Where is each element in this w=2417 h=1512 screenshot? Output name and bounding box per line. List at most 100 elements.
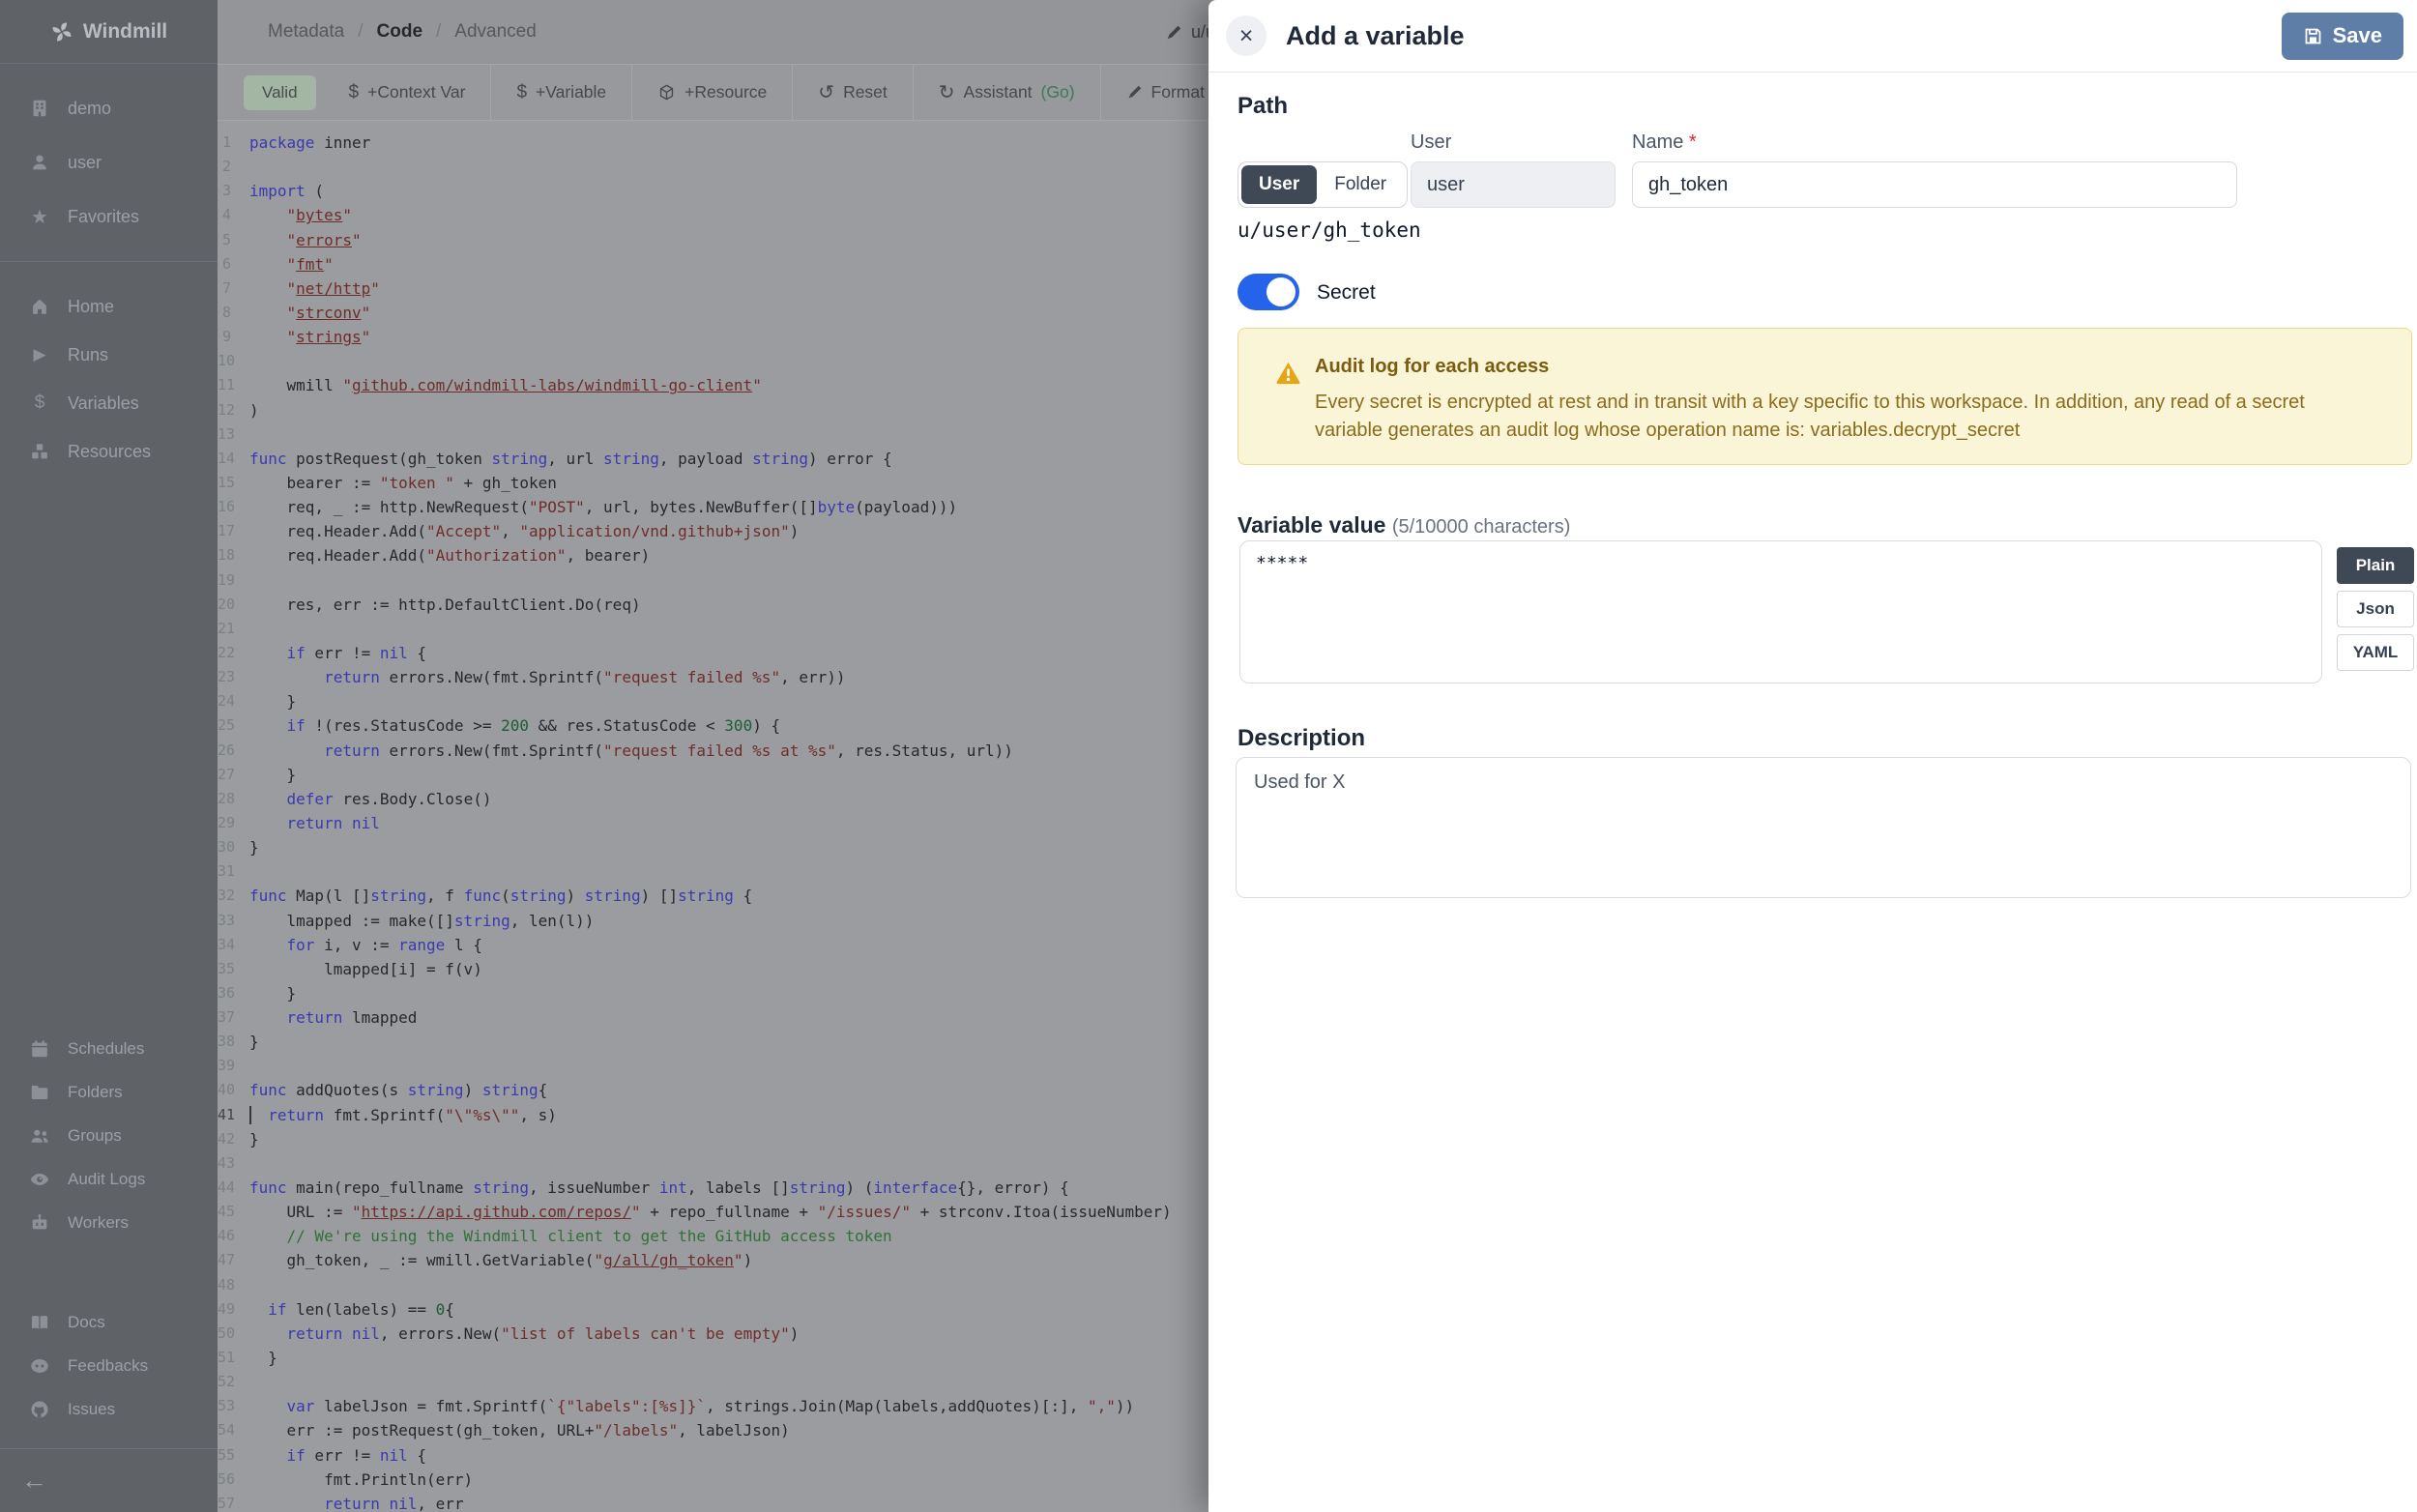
line-number: 31: [218, 859, 249, 884]
reset-icon: ↺: [818, 80, 834, 104]
sidebar-item-folders[interactable]: Folders: [0, 1070, 218, 1114]
line-number: 21: [218, 617, 249, 641]
line-number: 56: [218, 1468, 249, 1492]
sidebar-item-feedbacks[interactable]: Feedbacks: [0, 1344, 218, 1387]
breadcrumb-separator: /: [358, 21, 363, 43]
code-text: }: [249, 981, 296, 1005]
secret-toggle[interactable]: [1238, 274, 1299, 310]
line-number: 11: [218, 373, 249, 397]
user-input[interactable]: [1411, 161, 1616, 208]
toolbar-button-variable[interactable]: $+Variable: [490, 65, 631, 120]
code-text: import (: [249, 179, 324, 203]
add-variable-drawer: × Add a variable Save Path User Name * U…: [1208, 0, 2417, 1512]
eye-icon: [27, 1169, 52, 1190]
pinwheel-icon: [50, 20, 73, 44]
sidebar-item-label: Feedbacks: [68, 1356, 148, 1376]
code-text: defer res.Body.Close(): [249, 787, 491, 811]
line-number: 12: [218, 398, 249, 422]
toolbar-button-resource[interactable]: +Resource: [631, 65, 792, 120]
line-number: 5: [218, 228, 249, 252]
sidebar-item-audit-logs[interactable]: Audit Logs: [0, 1157, 218, 1201]
dollar-icon: $: [349, 82, 360, 103]
close-icon[interactable]: ×: [1226, 15, 1267, 56]
code-text: return fmt.Sprintf("\"%s\"", s): [249, 1103, 557, 1127]
line-number: 9: [218, 325, 249, 349]
line-number: 46: [218, 1224, 249, 1248]
sidebar-item-resources[interactable]: Resources: [0, 427, 218, 476]
description-textarea[interactable]: Used for X: [1236, 757, 2411, 898]
sidebar-item-variables[interactable]: $ Variables: [0, 379, 218, 427]
code-text: // We're using the Windmill client to ge…: [249, 1224, 892, 1248]
line-number: 41: [218, 1103, 249, 1127]
line-number: 37: [218, 1005, 249, 1030]
sidebar-item-favorites[interactable]: ★Favorites: [0, 189, 218, 244]
tab-advanced[interactable]: Advanced: [454, 21, 537, 43]
discord-icon: [27, 1355, 52, 1377]
line-number: 32: [218, 884, 249, 908]
calendar-icon: [27, 1038, 52, 1060]
line-number: 27: [218, 763, 249, 787]
line-number: 6: [218, 252, 249, 276]
sidebar-item-demo[interactable]: demo: [0, 81, 218, 135]
line-number: 30: [218, 835, 249, 859]
code-text: err := postRequest(gh_token, URL+"/label…: [249, 1418, 790, 1442]
sidebar-item-label: Runs: [68, 345, 108, 365]
code-text: if len(labels) == 0{: [249, 1297, 454, 1322]
sidebar-item-label: Variables: [68, 393, 139, 414]
secret-label: Secret: [1317, 281, 1376, 305]
format-button-yaml[interactable]: YAML: [2337, 634, 2414, 671]
owner-option-user[interactable]: User: [1241, 165, 1317, 204]
sidebar-item-user[interactable]: user: [0, 135, 218, 189]
sidebar-item-label: Docs: [68, 1313, 105, 1332]
line-number: 3: [218, 179, 249, 203]
arrow-left-icon: ←: [21, 1466, 47, 1495]
play-icon: ▶: [27, 345, 52, 364]
sidebar-item-runs[interactable]: ▶ Runs: [0, 331, 218, 379]
toolbar-button-assistant[interactable]: ↻Assistant(Go): [913, 65, 1100, 120]
windmill-app: Windmill demouser★Favorites Home ▶ Runs $ Va…: [0, 0, 2417, 1512]
dollar-icon: $: [27, 393, 52, 414]
cubes-icon: [27, 441, 52, 462]
line-number: 50: [218, 1322, 249, 1346]
code-text: package inner: [249, 131, 370, 155]
line-number: 39: [218, 1054, 249, 1078]
building-icon: [27, 98, 52, 119]
toolbar-button-label: Assistant: [964, 82, 1033, 102]
line-number: 7: [218, 276, 249, 301]
toggle-knob: [1267, 277, 1296, 306]
sidebar-item-workers[interactable]: Workers: [0, 1201, 218, 1244]
sidebar-item-label: Folders: [68, 1083, 123, 1102]
save-button[interactable]: Save: [2282, 13, 2403, 60]
valid-status-badge: Valid: [244, 75, 316, 110]
format-button-json[interactable]: Json: [2337, 591, 2414, 627]
sidebar-item-groups[interactable]: Groups: [0, 1114, 218, 1157]
sidebar-item-home[interactable]: Home: [0, 282, 218, 331]
line-number: 15: [218, 471, 249, 495]
toolbar-button-label: +Variable: [536, 82, 606, 102]
toolbar-button-label: +Context Var: [367, 82, 465, 102]
line-number: 24: [218, 689, 249, 713]
tab-code[interactable]: Code: [377, 21, 423, 43]
variable-name-input[interactable]: [1632, 161, 2237, 208]
sidebar-item-schedules[interactable]: Schedules: [0, 1027, 218, 1070]
variable-value-heading: Variable value (5/10000 characters): [1238, 512, 1570, 538]
code-text: return errors.New(fmt.Sprintf("request f…: [249, 739, 1013, 763]
owner-option-folder[interactable]: Folder: [1317, 165, 1404, 204]
logo-text: Windmill: [83, 20, 167, 44]
cube-icon: [657, 83, 676, 102]
code-text: func Map(l []string, f func(string) stri…: [249, 884, 752, 908]
sidebar-item-issues[interactable]: Issues: [0, 1387, 218, 1431]
code-text: for i, v := range l {: [249, 933, 482, 957]
code-text: bearer := "token " + gh_token: [249, 471, 557, 495]
tab-metadata[interactable]: Metadata: [268, 21, 344, 43]
owner-kind-toggle: UserFolder: [1238, 161, 1408, 208]
collapse-sidebar-button[interactable]: ←: [21, 1466, 47, 1496]
toolbar-button-reset[interactable]: ↺Reset: [792, 65, 912, 120]
variable-value-textarea[interactable]: *****: [1239, 540, 2322, 683]
format-button-plain[interactable]: Plain: [2337, 547, 2414, 584]
toolbar-button-context-var[interactable]: $ +Context Var: [324, 65, 491, 120]
sidebar-footer-group: Docs Feedbacks Issues: [0, 1300, 218, 1431]
toolbar-button-label: +Resource: [684, 82, 767, 102]
sidebar-item-docs[interactable]: Docs: [0, 1300, 218, 1344]
line-number: 18: [218, 543, 249, 567]
